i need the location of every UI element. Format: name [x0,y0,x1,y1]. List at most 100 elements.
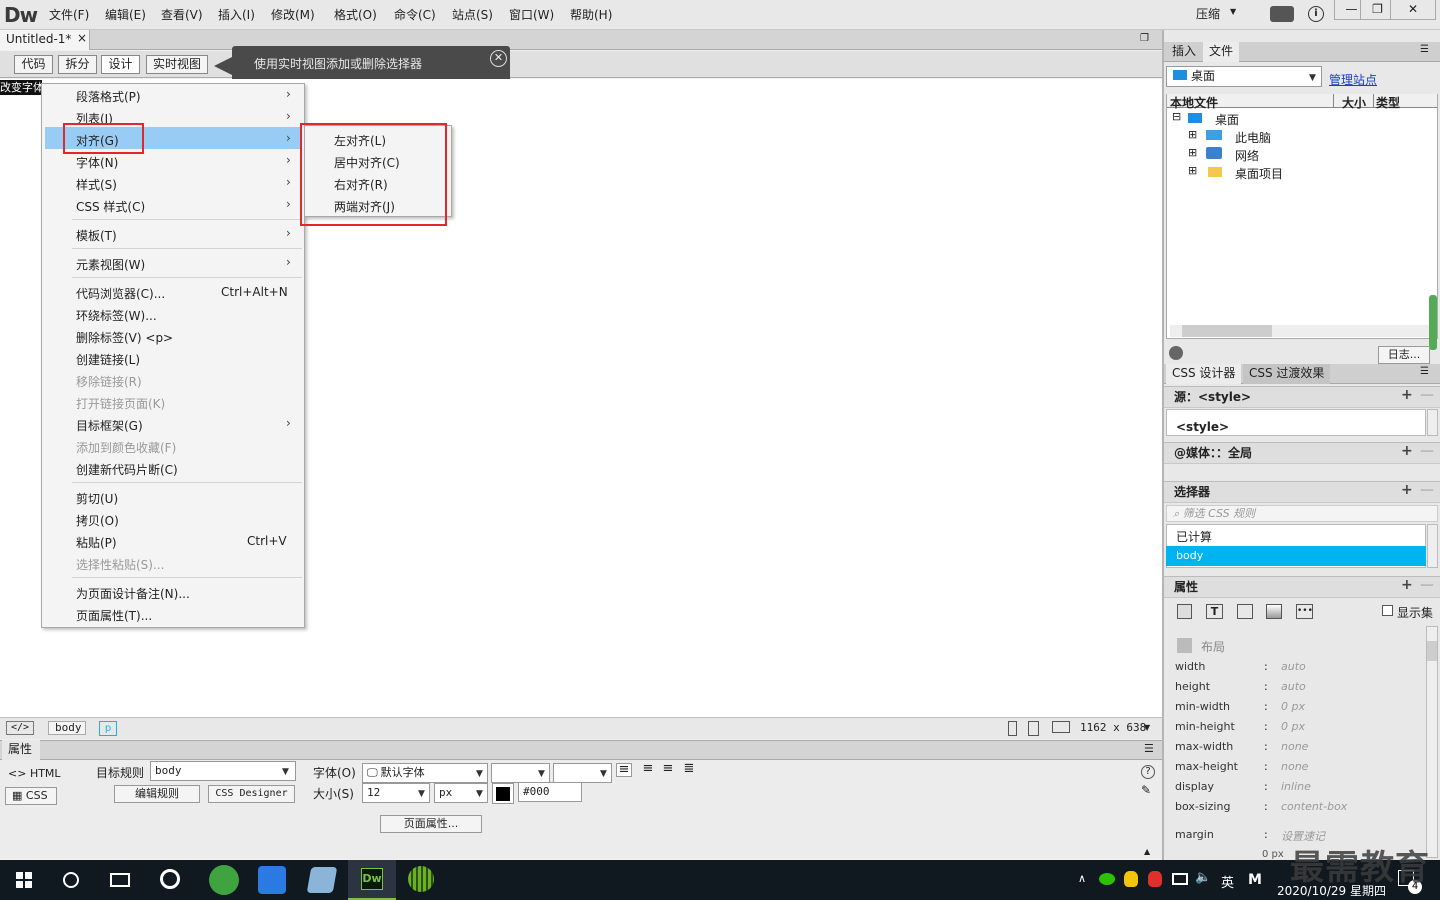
page-properties-button[interactable]: 页面属性... [380,815,482,833]
prop-min-width[interactable]: min-width [1175,700,1230,713]
selector-computed[interactable]: 已计算 [1176,528,1212,545]
workspace-switcher[interactable]: 压缩 [1196,5,1220,22]
live-view-button[interactable]: 实时视图 [146,55,208,74]
border-category-icon[interactable] [1237,604,1253,619]
notepad-icon[interactable] [306,867,338,893]
tab-css-transitions[interactable]: CSS 过渡效果 [1243,364,1331,384]
ime-indicator[interactable]: 英 [1221,872,1234,891]
prop-min-width-value[interactable]: 0 px [1281,700,1305,713]
tag-body[interactable]: body [48,721,86,735]
menu-site[interactable]: 站点(S) [452,6,493,23]
close-icon[interactable]: ✕ [490,50,507,67]
mobile-size-icon[interactable] [1008,721,1017,736]
ctx-create-link[interactable]: 创建链接(L) [76,351,140,368]
sync-settings-icon[interactable] [1270,6,1294,22]
help-icon[interactable]: ? [1141,765,1155,779]
align-left-icon[interactable]: ≡ [616,763,632,777]
ctx-page-properties[interactable]: 页面属性(T)... [76,607,152,624]
prop-max-height[interactable]: max-height [1175,760,1238,773]
selectors-header[interactable]: 选择器 [1164,481,1440,503]
prop-width-value[interactable]: auto [1281,660,1306,673]
app-icon-melon[interactable] [408,866,434,892]
tab-insert[interactable]: 插入 [1166,42,1202,62]
manage-sites-link[interactable]: 管理站点 [1329,71,1377,88]
tag-p[interactable]: p [99,721,117,736]
tree-item-this-pc[interactable]: 此电脑 [1235,129,1271,146]
align-right-icon[interactable]: ≡ [660,762,676,777]
wps-writer-icon[interactable] [258,866,286,894]
remove-selector-icon[interactable]: — [1420,482,1434,498]
window-size[interactable]: 1162 x 638 [1080,721,1146,734]
vertical-scrollbar[interactable] [1427,524,1438,568]
background-category-icon[interactable] [1266,604,1282,619]
browser-icon[interactable] [209,865,239,895]
prop-display-value[interactable]: inline [1281,780,1311,793]
remove-media-icon[interactable]: — [1420,443,1434,459]
close-tab-icon[interactable]: × [77,31,87,45]
wechat-icon[interactable] [1099,873,1115,885]
ctx-font[interactable]: 字体(N) [76,154,118,171]
restore-document-icon[interactable]: ❐ [1140,33,1149,44]
menu-format[interactable]: 格式(O) [334,6,377,23]
windows-start-icon[interactable] [16,872,32,888]
add-property-icon[interactable]: + [1401,577,1413,593]
css-mode-button[interactable]: ▦ CSS [5,787,57,805]
ctx-element-view[interactable]: 元素视图(W) [76,256,145,273]
ctx-css-style[interactable]: CSS 样式(C) [76,198,145,215]
remove-source-icon[interactable]: — [1420,387,1434,403]
menu-window[interactable]: 窗口(W) [509,6,554,23]
font-select[interactable]: 🖵 默认字体 [362,763,488,783]
prop-display[interactable]: display [1175,780,1214,793]
media-header[interactable]: @媒体：：全局 [1164,442,1440,464]
expand-icon[interactable]: ⊞ [1188,146,1197,159]
prop-min-height[interactable]: min-height [1175,720,1235,733]
color-swatch[interactable] [492,783,514,804]
tree-item-desktop-project[interactable]: 桌面项目 [1235,165,1283,182]
design-view-button[interactable]: 设计 [101,55,140,74]
task-view-icon[interactable] [110,873,130,887]
prop-box-sizing-value[interactable]: content-box [1281,800,1347,813]
prop-max-height-value[interactable]: none [1281,760,1308,773]
margin-top-value[interactable]: 0 px [1262,849,1284,860]
prop-box-sizing[interactable]: box-sizing [1175,800,1230,813]
properties-tab[interactable]: 属性 [2,740,40,760]
tree-item-desktop[interactable]: 桌面 [1215,111,1239,128]
desktop-size-icon[interactable] [1052,721,1070,733]
help-icon[interactable]: i [1308,6,1324,22]
color-input[interactable]: #000 [518,782,582,802]
ctx-design-notes[interactable]: 为页面设计备注(N)... [76,585,190,602]
ctx-cut[interactable]: 剪切(U) [76,490,118,507]
panel-menu-icon[interactable]: ☰ [1420,366,1429,377]
show-set-checkbox[interactable] [1382,605,1393,616]
qq-icon-2[interactable] [1148,871,1162,887]
source-item-style[interactable]: <style> [1176,420,1229,434]
prop-min-height-value[interactable]: 0 px [1281,720,1305,733]
site-location-select[interactable]: 桌面 [1166,66,1322,87]
ctx-paste[interactable]: 粘贴(P) [76,534,117,551]
menu-help[interactable]: 帮助(H) [570,6,612,23]
qq-icon[interactable] [1124,871,1138,887]
tab-css-designer[interactable]: CSS 设计器 [1166,364,1242,384]
properties-header[interactable]: 属性 [1164,576,1440,598]
add-selector-icon[interactable]: + [1401,482,1413,498]
close-window-button[interactable]: ✕ [1390,0,1436,20]
chevron-down-icon[interactable]: ▼ [1144,723,1150,732]
align-center-icon[interactable]: ≡ [640,762,656,777]
expand-icon[interactable]: ⊞ [1188,128,1197,141]
more-category-icon[interactable]: ••• [1296,604,1313,619]
expand-icon[interactable]: ⊞ [1188,164,1197,177]
remove-property-icon[interactable]: — [1420,577,1434,593]
menu-insert[interactable]: 插入(I) [218,6,255,23]
add-media-icon[interactable]: + [1401,443,1413,459]
ctx-copy[interactable]: 拷贝(O) [76,512,119,529]
menu-file[interactable]: 文件(F) [49,6,89,23]
ctx-wrap-tag[interactable]: 环绕标签(W)... [76,307,157,324]
tab-files[interactable]: 文件 [1203,42,1240,62]
log-button[interactable]: 日志... [1378,346,1430,364]
chevron-up-icon[interactable]: ∧ [1078,872,1086,885]
code-view-button[interactable]: 代码 [14,55,53,74]
tablet-size-icon[interactable] [1028,721,1039,736]
menu-edit[interactable]: 编辑(E) [105,6,146,23]
ctx-template[interactable]: 模板(T) [76,227,117,244]
ctx-new-snippet[interactable]: 创建新代码片断(C) [76,461,178,478]
